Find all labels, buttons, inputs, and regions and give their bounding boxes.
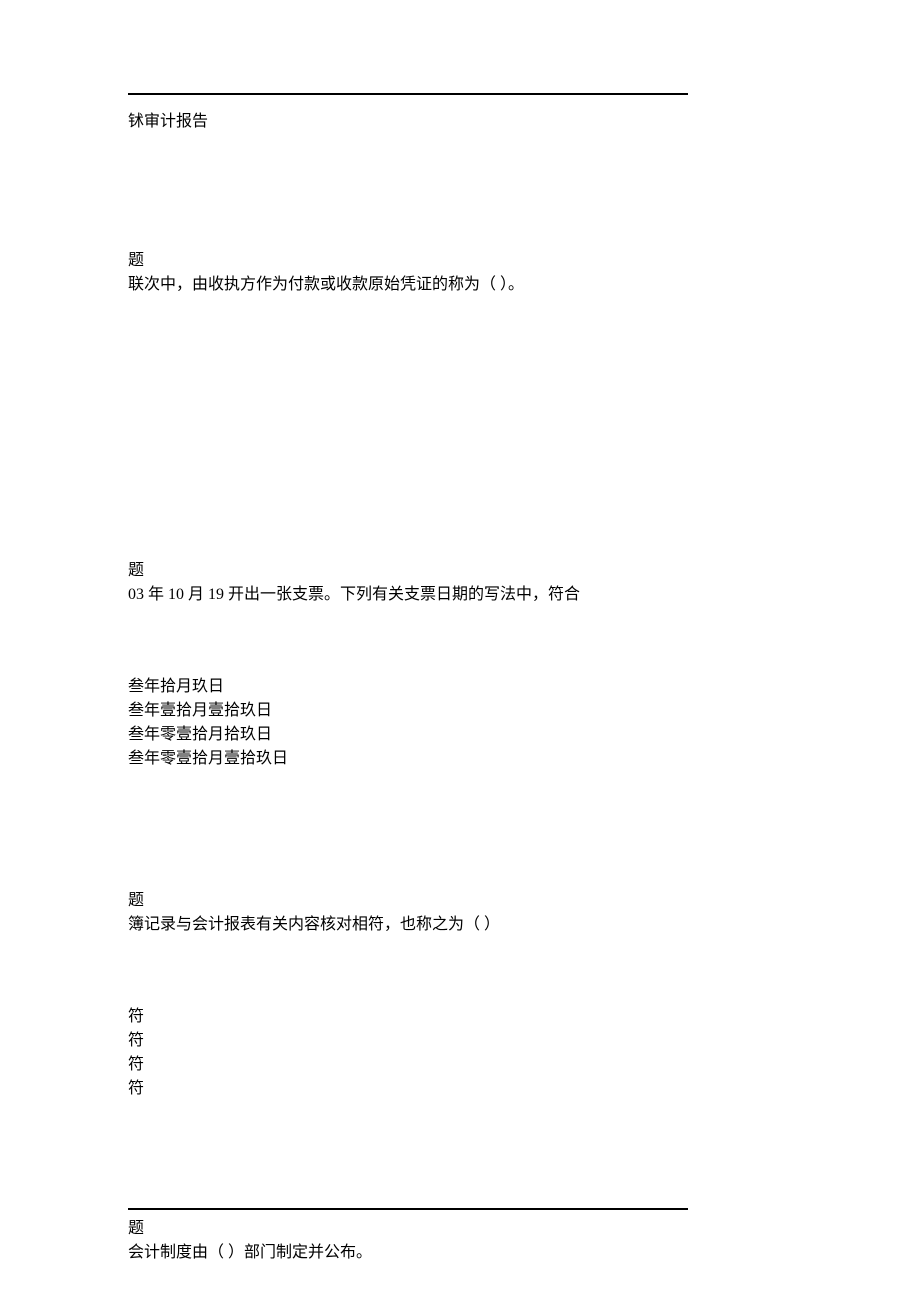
section-5: 题 会计制度由（ ）部门制定并公布。 xyxy=(128,1217,688,1265)
document-content: 𬬸审计报告 题 联次中，由收执方作为付款或收款原始凭证的称为（ ）。 题 03 … xyxy=(128,93,688,1265)
section-3-option-a: 叁年拾月玖日 xyxy=(128,675,688,699)
section-4-options: 符 符 符 符 xyxy=(128,1005,688,1101)
section-2-line-1: 题 xyxy=(128,249,688,273)
section-1: 𬬸审计报告 xyxy=(128,110,688,134)
section-3-option-b: 叁年壹拾月壹拾玖日 xyxy=(128,699,688,723)
section-5-line-2: 会计制度由（ ）部门制定并公布。 xyxy=(128,1241,688,1265)
section-1-line-1: 𬬸审计报告 xyxy=(128,110,688,134)
bottom-border-line xyxy=(128,1208,688,1210)
section-4-option-b: 符 xyxy=(128,1029,688,1053)
section-4-line-1: 题 xyxy=(128,889,688,913)
section-4: 题 簿记录与会计报表有关内容核对相符，也称之为（ ） 符 符 符 符 xyxy=(128,889,688,1101)
section-3-line-2: 03 年 10 月 19 开出一张支票。下列有关支票日期的写法中，符合 xyxy=(128,583,688,607)
section-4-line-2: 簿记录与会计报表有关内容核对相符，也称之为（ ） xyxy=(128,913,688,937)
section-3-option-d: 叁年零壹拾月壹拾玖日 xyxy=(128,747,688,771)
section-3-option-c: 叁年零壹拾月拾玖日 xyxy=(128,723,688,747)
section-4-option-c: 符 xyxy=(128,1053,688,1077)
section-5-line-1: 题 xyxy=(128,1217,688,1241)
section-2: 题 联次中，由收执方作为付款或收款原始凭证的称为（ ）。 xyxy=(128,249,688,297)
section-3-line-1: 题 xyxy=(128,559,688,583)
section-3: 题 03 年 10 月 19 开出一张支票。下列有关支票日期的写法中，符合 叁年… xyxy=(128,559,688,771)
section-2-line-2: 联次中，由收执方作为付款或收款原始凭证的称为（ ）。 xyxy=(128,273,688,297)
section-4-option-d: 符 xyxy=(128,1077,688,1101)
section-4-option-a: 符 xyxy=(128,1005,688,1029)
section-3-options: 叁年拾月玖日 叁年壹拾月壹拾玖日 叁年零壹拾月拾玖日 叁年零壹拾月壹拾玖日 xyxy=(128,675,688,771)
